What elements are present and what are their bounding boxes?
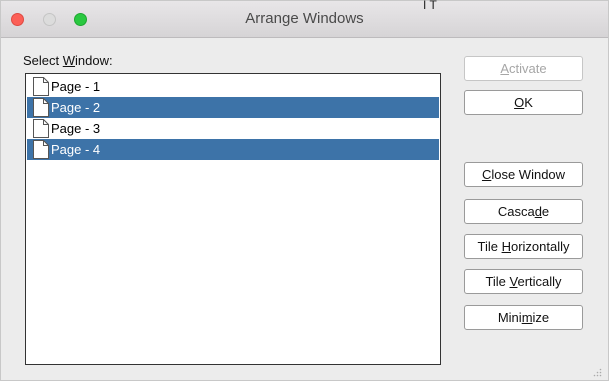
window-title: Arrange Windows [245,10,364,27]
list-item[interactable]: Page - 1 [27,76,439,97]
select-window-label-post: indow: [75,53,113,68]
ok-label-post: K [524,95,533,110]
minimize-label-mnemonic: m [521,310,533,325]
document-icon [33,140,49,159]
cascade-label-pre: Casca [497,204,535,219]
activate-label-post: ctivate [509,61,547,76]
document-icon [33,98,49,117]
close-window-label-post: lose Window [491,167,566,182]
tile-horizontally-label-post: orizontally [510,239,570,254]
tile-horizontally-label-mnemonic: H [501,239,511,254]
select-window-label: Select Window: [23,53,113,68]
list-item-label: Page - 2 [51,100,101,115]
cascade-button[interactable]: Cascade [464,199,583,224]
ok-button[interactable]: OK [464,90,583,115]
window-list[interactable]: Page - 1 Page - 2 Page - 3 Page - 4 [25,73,441,365]
cascade-label-mnemonic: d [534,204,542,219]
resize-grip-icon[interactable] [592,364,602,377]
activate-button[interactable]: Activate [464,56,583,81]
tile-vertically-label-post: ertically [517,274,562,289]
document-icon [33,119,49,138]
minimize-label-pre: Mini [497,310,522,325]
list-item[interactable]: Page - 3 [27,118,439,139]
close-window-button[interactable]: Close Window [464,162,583,187]
activate-label-mnemonic: A [500,61,510,76]
tile-horizontally-button[interactable]: Tile Horizontally [464,234,583,259]
close-window-label-mnemonic: C [481,167,492,182]
arrange-windows-dialog: Arrange Windows I T Select Window: Page … [0,0,609,381]
tile-vertically-button[interactable]: Tile Vertically [464,269,583,294]
list-item-label: Page - 1 [51,79,101,94]
minimize-label-post: ize [532,310,550,325]
list-item[interactable]: Page - 2 [27,97,439,118]
tile-vertically-label-pre: Tile [485,274,510,289]
cascade-label-post: e [541,204,550,219]
list-item-label: Page - 4 [51,142,101,157]
title-fragment: I T [423,0,437,12]
tile-horizontally-label-pre: Tile [477,239,502,254]
minimize-button[interactable]: Minimize [464,305,583,330]
select-window-label-pre: Select [23,53,63,68]
title-bar: Arrange Windows I T [1,0,608,38]
select-window-label-mnemonic: W [62,53,76,68]
list-item-label: Page - 3 [51,121,101,136]
document-icon [33,77,49,96]
list-item[interactable]: Page - 4 [27,139,439,160]
ok-label-mnemonic: O [514,95,525,110]
